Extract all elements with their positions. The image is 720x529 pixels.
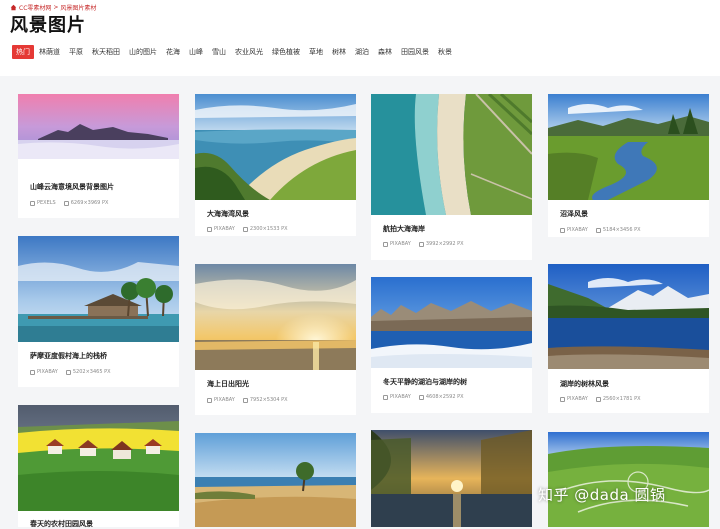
card-size: 5202×3465 PX [72,369,111,375]
source-icon [30,200,35,206]
tab-woods[interactable]: 树林 [328,45,350,59]
image-card[interactable] [195,433,356,527]
source-icon [383,241,388,247]
card-meta: PIXABAY 5202×3465 PX [30,369,116,375]
home-icon [10,4,17,11]
image-card[interactable]: 沼泽风景 PIXABAY 5184×3456 PX [548,94,709,237]
image-size-icon [242,397,248,403]
image-size-icon [65,369,71,375]
card-thumbnail[interactable] [371,430,532,527]
image-size-icon [595,396,601,402]
page-header: CC零素材网 > 风景图片素材 风景图片 热门 林荫道 平原 秋天稻田 山的图片… [0,0,720,76]
source-icon [207,397,212,403]
card-source: PIXABAY [37,369,58,375]
card-thumbnail[interactable] [18,94,179,159]
card-meta: PIXABAY 7952×5304 PX [207,397,293,403]
card-meta: PIXABAY 4608×2592 PX [383,394,469,400]
card-size: 4608×2592 PX [425,394,464,400]
image-card[interactable]: 湖岸的树林风景 PIXABAY 2560×1781 PX [548,264,709,413]
tab-plain[interactable]: 平原 [65,45,87,59]
tab-pastoral[interactable]: 田园风景 [397,45,433,59]
card-title[interactable]: 海上日出阳光 [207,379,249,389]
card-size: 6269×3969 PX [70,200,109,206]
image-card[interactable]: 大海海湾风景 PIXABAY 2300×1533 PX [195,94,356,236]
tab-snow-mountain[interactable]: 雪山 [208,45,230,59]
image-size-icon [242,226,248,232]
category-tabs: 热门 林荫道 平原 秋天稻田 山的图片 花海 山峰 雪山 农业风光 绿色植被 草… [12,45,457,59]
tab-lake[interactable]: 湖泊 [351,45,373,59]
card-title[interactable]: 春天的农村田园风景 [30,519,93,529]
card-thumbnail[interactable] [371,277,532,368]
card-title[interactable]: 沼泽风景 [560,209,588,219]
card-source: PIXABAY [390,394,411,400]
card-source: PIXABAY [567,396,588,402]
card-meta: PIXABAY 2560×1781 PX [560,396,646,402]
card-meta: PIXABAY 2300×1533 PX [207,226,293,232]
card-source: PIXABAY [567,227,588,233]
card-thumbnail[interactable] [195,264,356,370]
card-title[interactable]: 山峰云海意境风景背景图片 [30,182,114,192]
image-size-icon [595,227,601,233]
card-source: PIXABAY [214,226,235,232]
image-card[interactable]: 航拍大海海岸 PIXABAY 3992×2992 PX [371,94,532,260]
card-meta: PIXABAY 5184×3456 PX [560,227,646,233]
page-title: 风景图片 [10,15,86,36]
card-source: PEXELS [37,200,56,206]
tab-autumn-rice-field[interactable]: 秋天稻田 [88,45,124,59]
card-size: 3992×2992 PX [425,241,464,247]
source-icon [30,369,35,375]
card-title[interactable]: 大海海湾风景 [207,209,249,219]
tab-autumn-scenery[interactable]: 秋景 [434,45,456,59]
card-title[interactable]: 湖岸的树林风景 [560,379,609,389]
tab-grassland[interactable]: 草地 [305,45,327,59]
image-card[interactable]: 冬天平静的湖泊与湖岸的树 PIXABAY 4608×2592 PX [371,277,532,413]
source-icon [560,396,565,402]
card-title[interactable]: 萨摩亚度假村海上的栈桥 [30,351,107,361]
card-size: 7952×5304 PX [249,397,288,403]
card-thumbnail[interactable] [18,236,179,342]
image-card[interactable]: 萨摩亚度假村海上的栈桥 PIXABAY 5202×3465 PX [18,236,179,387]
tab-flower-sea[interactable]: 花海 [162,45,184,59]
image-size-icon [418,241,424,247]
image-size-icon [418,394,424,400]
card-title[interactable]: 航拍大海海岸 [383,224,425,234]
card-thumbnail[interactable] [548,264,709,369]
card-thumbnail[interactable] [548,94,709,200]
card-size: 2300×1533 PX [249,226,288,232]
image-card[interactable]: 海上日出阳光 PIXABAY 7952×5304 PX [195,264,356,415]
image-size-icon [63,200,69,206]
tab-agriculture[interactable]: 农业风光 [231,45,267,59]
card-title[interactable]: 冬天平静的湖泊与湖岸的树 [383,377,467,387]
tab-forest[interactable]: 森林 [374,45,396,59]
card-thumbnail[interactable] [18,405,179,511]
tab-hot[interactable]: 热门 [12,45,34,59]
card-thumbnail[interactable] [195,433,356,527]
card-size: 2560×1781 PX [602,396,641,402]
card-thumbnail[interactable] [548,432,709,527]
tab-mountain-pictures[interactable]: 山的图片 [125,45,161,59]
card-thumbnail[interactable] [371,94,532,215]
card-meta: PIXABAY 3992×2992 PX [383,241,469,247]
tab-tree-lined-road[interactable]: 林荫道 [35,45,64,59]
tab-green-vegetation[interactable]: 绿色植被 [268,45,304,59]
watermark-text: 知乎 @dada 圆锅 [538,486,666,504]
source-icon [207,226,212,232]
image-card[interactable] [371,430,532,527]
card-meta: PEXELS 6269×3969 PX [30,200,113,206]
source-icon [560,227,565,233]
breadcrumb-separator: > [53,4,59,11]
image-card[interactable] [18,405,179,527]
card-thumbnail[interactable] [195,94,356,200]
image-card[interactable] [548,432,709,527]
source-icon [383,394,388,400]
card-source: PIXABAY [390,241,411,247]
card-source: PIXABAY [214,397,235,403]
tab-peaks[interactable]: 山峰 [185,45,207,59]
card-size: 5184×3456 PX [602,227,641,233]
image-card[interactable]: 山峰云海意境风景背景图片 PEXELS 6269×3969 PX [18,94,179,218]
